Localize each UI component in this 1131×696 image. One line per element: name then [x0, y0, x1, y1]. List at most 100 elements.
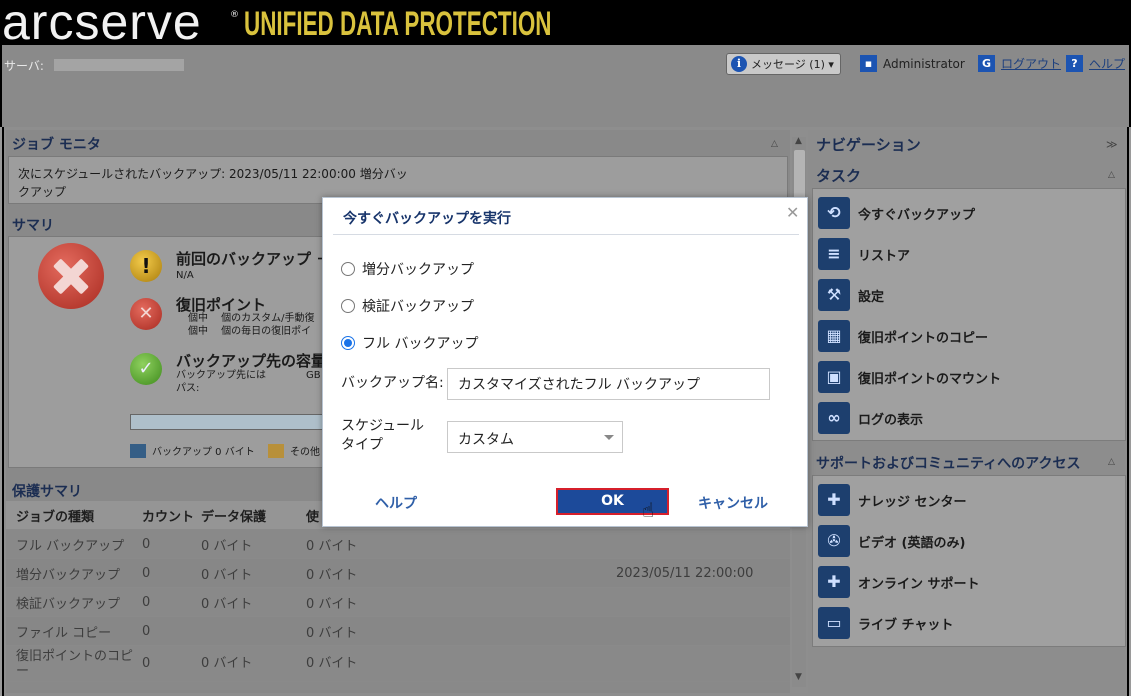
task-view-logs[interactable]: ∞ ログの表示 [818, 402, 923, 434]
collapse-support-icon[interactable]: △ [1108, 457, 1115, 467]
cell-used: 0 バイト [306, 538, 358, 554]
info-icon: i [731, 56, 747, 72]
support-video[interactable]: ✇ ビデオ (英語のみ) [818, 525, 965, 557]
destination-capacity-sub: バックアップ先には GB の [176, 370, 334, 381]
cell-used: 0 バイト [306, 625, 358, 641]
server-label: サーバ: [4, 59, 44, 73]
table-row: 復旧ポイントのコピー 0 0 バイト 0 バイト [6, 646, 790, 682]
task-restore[interactable]: ≡ リストア [818, 238, 910, 270]
legend-backup-label: バックアップ 0 バイト [152, 447, 255, 458]
plus-box-icon: ✚ [818, 566, 850, 598]
radio-button[interactable] [341, 299, 355, 313]
messages-button[interactable]: i メッセージ (1) ▾ [726, 53, 841, 75]
task-label: 復旧ポイントのマウント [858, 371, 1002, 387]
disk-icon: ▣ [818, 361, 850, 393]
column-header: データ保護 [201, 509, 267, 525]
cell-data: 0 バイト [201, 596, 253, 612]
help-label: ヘルプ [1089, 57, 1126, 71]
product-name: UNIFIED DATA PROTECTION [244, 5, 552, 43]
cell-data: 0 バイト [201, 538, 253, 554]
support-title: サポートおよびコミュニティへのアクセス [816, 456, 1081, 472]
chevron-down-icon [604, 435, 614, 440]
summary-title: サマリ [12, 218, 54, 234]
backup-now-dialog: 今すぐバックアップを実行 ✕ 増分バックアップ 検証バックアップ フル バックア… [322, 197, 808, 527]
collapse-job-monitor-icon[interactable]: △ [771, 139, 778, 149]
help-button[interactable]: ヘルプ [375, 493, 417, 513]
cell-type: フル バックアップ [16, 538, 125, 554]
help-link[interactable]: ? ヘルプ [1066, 55, 1125, 72]
cell-used: 0 バイト [306, 567, 358, 583]
protection-summary-title: 保護サマリ [12, 484, 82, 500]
scroll-up-icon[interactable]: ▲ [795, 136, 802, 146]
plus-box-icon: ✚ [818, 484, 850, 516]
radio-full[interactable]: フル バックアップ [341, 333, 478, 353]
help-icon: ? [1066, 55, 1083, 72]
legend-other-label: その他 [290, 447, 320, 458]
dialog-divider [333, 234, 799, 235]
cell-type: 復旧ポイントのコピー [16, 648, 134, 679]
radio-button-selected[interactable] [341, 336, 355, 350]
support-live-chat[interactable]: ▭ ライブ チャット [818, 607, 953, 639]
cell-type: 検証バックアップ [16, 596, 121, 612]
legend-other-swatch [268, 443, 284, 458]
task-backup-now[interactable]: ⟲ 今すぐバックアップ [818, 197, 975, 229]
messages-label: メッセージ (1) ▾ [751, 58, 834, 71]
table-row: 検証バックアップ 0 0 バイト 0 バイト [6, 588, 790, 617]
glasses-icon: ∞ [818, 402, 850, 434]
schedule-type-label: スケジュール タイプ [341, 418, 425, 453]
check-icon: ✓ [130, 353, 162, 385]
cell-count: 0 [142, 623, 151, 639]
support-knowledge-center[interactable]: ✚ ナレッジ センター [818, 484, 967, 516]
support-label: ビデオ (英語のみ) [858, 535, 966, 551]
backup-name-input[interactable] [447, 368, 770, 400]
destination-capacity-title: バックアップ先の容量 [176, 352, 327, 370]
table-row: ファイル コピー 0 0 バイト [6, 617, 790, 646]
radio-label: フル バックアップ [362, 336, 479, 352]
cancel-button[interactable]: キャンセル [698, 493, 768, 513]
cell-type: 増分バックアップ [16, 567, 121, 583]
top-bar: サーバ: i メッセージ (1) ▾ ▪ Administrator G ログア… [0, 45, 1131, 127]
tasks-title: タスク [816, 167, 862, 185]
collapse-navigation-icon[interactable]: ≫ [1106, 138, 1118, 151]
capacity-bar [130, 414, 325, 430]
legend-backup-swatch [130, 443, 146, 458]
logout-link[interactable]: G ログアウト [978, 55, 1061, 72]
radio-button[interactable] [341, 262, 355, 276]
task-settings[interactable]: ⚒ 設定 [818, 279, 884, 311]
radio-label: 検証バックアップ [362, 299, 474, 315]
warning-icon: ! [130, 250, 162, 282]
support-label: ナレッジ センター [858, 494, 967, 510]
task-copy-recovery-point[interactable]: ▦ 復旧ポイントのコピー [818, 320, 988, 352]
protection-summary-table: ジョブの種類 カウント データ保護 使 フル バックアップ 0 0 バイト 0 … [6, 501, 790, 682]
radio-verify[interactable]: 検証バックアップ [341, 296, 474, 316]
cell-data: 0 バイト [201, 567, 253, 583]
recovery-points-daily: 個中 個の毎日の復旧ポイ [188, 326, 312, 337]
radio-label: 増分バックアップ [362, 262, 474, 278]
last-backup-value: N/A [176, 270, 194, 281]
task-label: ログの表示 [858, 412, 924, 428]
brand-bar: arcserve ® UNIFIED DATA PROTECTION [0, 0, 1131, 50]
table-row: 増分バックアップ 0 0 バイト 0 バイト 2023/05/11 22:00:… [6, 559, 790, 588]
schedule-type-select[interactable]: カスタム [447, 421, 623, 453]
scroll-down-icon[interactable]: ▼ [795, 672, 802, 682]
legend-other: その他 [268, 443, 320, 458]
user-icon: ▪ [860, 55, 877, 72]
legend-backup: バックアップ 0 バイト [130, 443, 255, 458]
collapse-tasks-icon[interactable]: △ [1108, 170, 1115, 180]
support-online[interactable]: ✚ オンライン サポート [818, 566, 980, 598]
cell-used: 0 バイト [306, 656, 358, 671]
destination-path: パス: [176, 383, 200, 394]
error-icon: ✕ [130, 298, 162, 330]
wrench-icon: ⚒ [818, 279, 850, 311]
navigation-title: ナビゲーション [816, 136, 921, 154]
restore-icon: ≡ [818, 238, 850, 270]
support-label: ライブ チャット [858, 617, 954, 633]
task-mount-recovery-point[interactable]: ▣ 復旧ポイントのマウント [818, 361, 1001, 393]
logout-icon: G [978, 55, 995, 72]
error-status-icon [38, 243, 104, 309]
close-icon[interactable]: ✕ [786, 203, 799, 222]
radio-incremental[interactable]: 増分バックアップ [341, 259, 474, 279]
task-label: 復旧ポイントのコピー [858, 330, 989, 346]
job-monitor-title: ジョブ モニタ [12, 137, 101, 153]
recovery-points-title: 復旧ポイント [176, 296, 267, 314]
